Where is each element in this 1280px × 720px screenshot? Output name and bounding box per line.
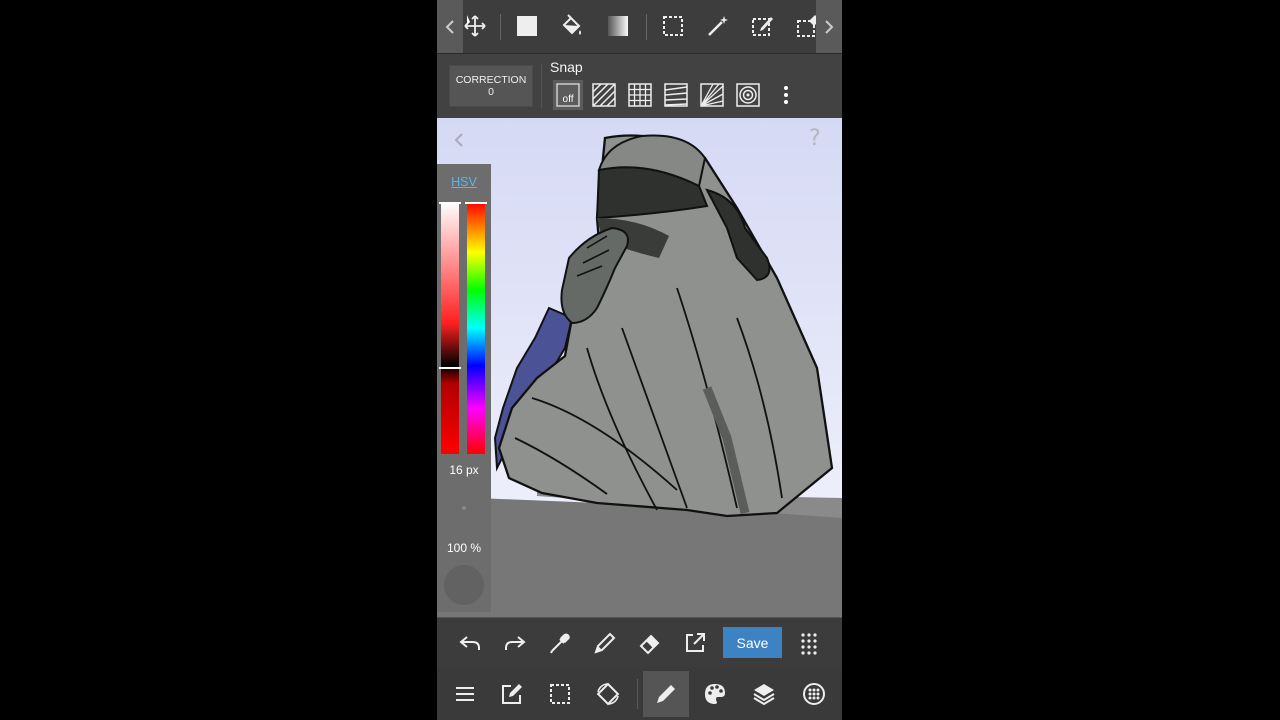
saturation-slider-handle[interactable] [439,202,461,204]
brush-size-label[interactable]: 16 px [437,463,491,477]
grid-dots-icon [801,633,817,655]
selection-button[interactable] [541,675,579,713]
brush-size-preview [462,506,466,510]
select-pen-tool-button[interactable] [745,8,781,44]
more-vert-icon [784,86,788,104]
pencil-icon [594,632,616,654]
hue-slider-handle[interactable] [465,202,487,204]
opacity-label[interactable]: 100 % [437,541,491,555]
hamburger-menu-icon [456,687,474,701]
open-external-icon [686,633,705,652]
help-button[interactable]: ? [809,126,831,152]
eyedropper-button[interactable] [545,628,575,658]
transform-button[interactable] [589,675,627,713]
layers-button[interactable] [745,675,783,713]
marquee-select-icon [663,16,683,36]
chevron-left-icon [454,133,463,147]
eraser-button[interactable] [635,628,665,658]
grid-icon [628,83,652,107]
undo-icon [459,636,480,650]
magic-wand-tool-button[interactable] [700,8,736,44]
radial-lines-icon [700,83,724,107]
saturation-value-slider[interactable] [441,202,459,454]
select-pen-icon [752,17,773,36]
select-tool-button[interactable] [655,8,691,44]
chevron-right-icon [825,19,834,34]
edit-button[interactable] [493,675,531,713]
medibang-app: CORRECTION 0 Snap off ? HSV 16 px 100 % … [437,0,842,720]
parallel-lines-icon [592,83,616,107]
save-button[interactable]: Save [723,627,782,658]
bucket-tool-button[interactable] [554,8,590,44]
color-panel: HSV 16 px 100 % [437,164,491,612]
redo-icon [505,636,526,650]
concentric-circles-icon [736,83,760,107]
palette-icon [705,684,725,704]
eyedropper-icon [550,633,570,654]
drawing-canvas[interactable]: ? [437,118,842,617]
eraser-icon [639,634,660,655]
color-palette-button[interactable] [696,675,734,713]
materials-button[interactable] [795,675,833,713]
undo-button[interactable] [455,628,485,658]
hsv-mode-toggle[interactable]: HSV [437,175,491,189]
redo-button[interactable] [500,628,530,658]
snap-radial-button[interactable] [697,80,727,110]
collapse-panel-button[interactable] [451,130,467,150]
filled-square-icon [517,16,537,36]
magic-wand-icon [708,16,728,36]
action-bar: Save [437,617,842,668]
artwork-illustration [437,118,842,617]
chevron-left-icon [445,19,454,34]
menu-button[interactable] [446,675,484,713]
more-actions-button[interactable] [794,628,824,658]
snap-grid-button[interactable] [625,80,655,110]
materials-icon [803,683,825,705]
gradient-tool-button[interactable] [600,8,636,44]
snap-parallel-button[interactable] [589,80,619,110]
correction-value: 0 [488,86,494,98]
current-color-swatch[interactable] [444,565,484,605]
brush-icon [657,685,675,703]
edit-icon [502,684,522,704]
correction-label: CORRECTION [455,74,527,86]
rotate-canvas-icon [596,682,620,706]
top-toolbar [437,0,842,54]
hue-slider[interactable] [467,202,485,454]
snap-off-icon: off [556,83,580,107]
snap-off-button[interactable]: off [553,80,583,110]
fill-rect-tool-button[interactable] [509,8,545,44]
snap-bar: CORRECTION 0 Snap off [437,54,842,118]
correction-button[interactable]: CORRECTION 0 [449,65,533,107]
bottom-nav-bar [437,667,842,720]
paint-bucket-icon [562,14,581,35]
snap-perspective-button[interactable] [661,80,691,110]
gradient-icon [608,16,628,36]
value-slider-handle[interactable] [439,367,461,369]
marquee-select-icon [550,684,570,704]
layers-icon [753,684,775,706]
snap-label: Snap [550,59,583,75]
move-icon [464,15,486,37]
snap-more-button[interactable] [771,80,801,110]
move-tool-button[interactable] [457,8,493,44]
pen-button[interactable] [590,628,620,658]
snap-concentric-button[interactable] [733,80,763,110]
snap-off-text: off [563,94,574,105]
brush-tool-button[interactable] [643,671,689,717]
toolbar-scroll-right-button[interactable] [816,0,842,53]
share-button[interactable] [680,628,710,658]
perspective-lines-icon [664,83,688,107]
